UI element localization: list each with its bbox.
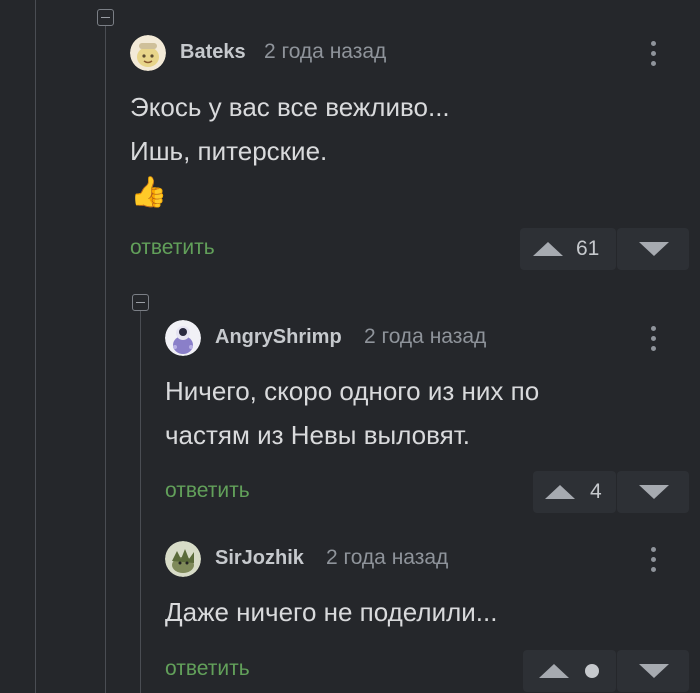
reply-button[interactable]: ответить bbox=[165, 479, 250, 503]
more-options-icon[interactable] bbox=[641, 320, 665, 356]
thumbs-up-emoji: 👍 bbox=[130, 176, 168, 209]
collapse-thread-button[interactable] bbox=[97, 9, 114, 26]
score: 4 bbox=[590, 480, 602, 503]
arrow-down-icon bbox=[639, 485, 669, 499]
timestamp[interactable]: 2 года назад bbox=[364, 325, 486, 349]
collapse-thread-button[interactable] bbox=[132, 294, 149, 311]
timestamp[interactable]: 2 года назад bbox=[326, 546, 448, 570]
upvote-button[interactable]: 4 bbox=[533, 471, 616, 513]
more-options-icon[interactable] bbox=[641, 35, 665, 71]
arrow-down-icon bbox=[639, 664, 669, 678]
arrow-up-icon bbox=[533, 242, 563, 256]
comment-text: Ишь, питерские. bbox=[130, 136, 328, 166]
score-hidden-dot bbox=[585, 664, 599, 678]
author-name[interactable]: AngryShrimp bbox=[215, 326, 342, 349]
avatar[interactable] bbox=[130, 35, 166, 71]
avatar[interactable] bbox=[165, 320, 201, 356]
thread-line bbox=[140, 311, 141, 693]
downvote-button[interactable] bbox=[617, 228, 689, 270]
author-name[interactable]: SirJozhik bbox=[215, 547, 304, 570]
upvote-button[interactable] bbox=[523, 650, 616, 692]
comment-text: Экось у вас все вежливо... bbox=[130, 92, 450, 122]
score: 61 bbox=[576, 237, 600, 260]
reply-button[interactable]: ответить bbox=[130, 236, 215, 260]
comment-text: Ничего, скоро одного из них по bbox=[165, 376, 540, 406]
author-name[interactable]: Bateks bbox=[180, 41, 246, 64]
comment-text: частям из Невы выловят. bbox=[165, 420, 470, 450]
arrow-up-icon bbox=[545, 485, 575, 499]
comment-text: Даже ничего не поделили... bbox=[165, 597, 498, 627]
thread-line bbox=[35, 0, 36, 693]
upvote-button[interactable]: 61 bbox=[520, 228, 616, 270]
downvote-button[interactable] bbox=[617, 650, 689, 692]
timestamp[interactable]: 2 года назад bbox=[264, 40, 386, 64]
arrow-down-icon bbox=[639, 242, 669, 256]
arrow-up-icon bbox=[539, 664, 569, 678]
thread-line bbox=[105, 26, 106, 693]
downvote-button[interactable] bbox=[617, 471, 689, 513]
avatar[interactable] bbox=[165, 541, 201, 577]
reply-button[interactable]: ответить bbox=[165, 657, 250, 681]
more-options-icon[interactable] bbox=[641, 541, 665, 577]
